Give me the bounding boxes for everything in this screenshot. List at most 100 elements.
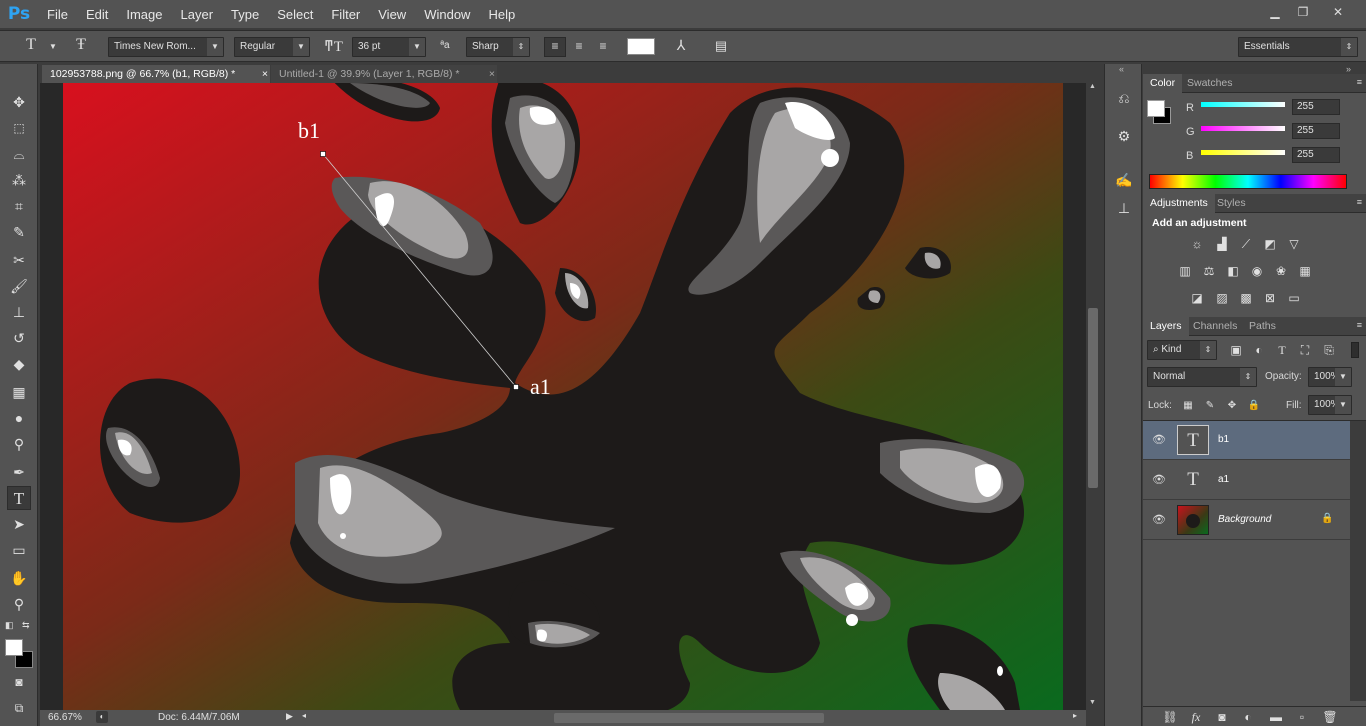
foreground-color-swatch[interactable] [5,639,23,656]
tab-color[interactable]: Color [1143,74,1183,93]
vibrance-icon[interactable]: ▽ [1285,236,1303,252]
lock-transparency-icon[interactable]: ▦ [1179,398,1197,414]
lock-all-icon[interactable]: 🔒 [1245,398,1263,414]
zoom-tool-icon[interactable]: ⚲ [7,592,31,616]
minimize-button[interactable]: ▁ [1262,3,1288,21]
b-slider[interactable] [1201,150,1285,155]
invert-icon[interactable]: ◪ [1188,290,1206,306]
collapse-panels-icon[interactable]: » [1346,64,1351,74]
lock-pixels-icon[interactable]: ✎ [1201,398,1219,414]
layer-row-background[interactable]: 👁 Background 🔒 [1143,501,1350,540]
layer-name[interactable]: Background [1218,514,1271,525]
layer-row-b1[interactable]: 👁 T b1 [1143,421,1350,460]
anti-alias-select[interactable]: Sharp ⇕ [466,37,530,57]
menu-select[interactable]: Select [268,7,322,22]
tab-swatches[interactable]: Swatches [1180,74,1240,93]
screen-mode-icon[interactable]: ⧉ [7,696,31,720]
anchor-point-b1[interactable] [320,151,326,157]
menu-edit[interactable]: Edit [77,7,117,22]
color-spectrum-bar[interactable] [1149,174,1347,189]
text-orientation-icon[interactable]: Ŧ [72,36,90,54]
tab-channels[interactable]: Channels [1186,317,1244,336]
hue-saturation-icon[interactable]: ▥ [1176,263,1194,279]
clone-source-panel-icon[interactable]: ⊥ [1112,196,1136,220]
menu-window[interactable]: Window [415,7,479,22]
tab-document-2[interactable]: Untitled-1 @ 39.9% (Layer 1, RGB/8) * × [271,65,497,83]
warp-text-icon[interactable]: ⅄ [672,37,690,54]
filter-smart-object-icon[interactable]: ⎘ [1320,342,1338,358]
align-right-icon[interactable]: ≡ [594,39,612,53]
threshold-icon[interactable]: ▩ [1237,290,1255,306]
b-value-input[interactable]: 255 [1292,147,1340,163]
default-colors-icon[interactable]: ◧ [5,620,14,631]
zoom-level[interactable]: 66.67% [48,712,82,723]
tab-paths[interactable]: Paths [1242,317,1283,336]
pen-tool-icon[interactable]: ✒ [7,460,31,484]
anchor-point-a1[interactable] [513,384,519,390]
close-icon[interactable]: × [262,65,268,83]
color-lookup-icon[interactable]: ▦ [1296,263,1314,279]
exposure-icon[interactable]: ◩ [1261,236,1279,252]
filter-toggle[interactable] [1351,342,1359,358]
history-panel-icon[interactable]: ⎌ [1112,86,1136,110]
filter-type-icon[interactable]: T [1273,342,1291,358]
blur-tool-icon[interactable]: ● [7,406,31,430]
chevron-down-icon[interactable]: ▼ [44,42,62,51]
menu-view[interactable]: View [369,7,415,22]
quick-mask-icon[interactable]: ◙ [7,670,31,694]
scroll-down-icon[interactable]: ▼ [1089,699,1096,706]
brush-panel-icon[interactable]: ✍ [1112,168,1136,192]
status-menu-arrow-icon[interactable]: ▶ [286,711,293,722]
filter-shape-icon[interactable]: ⛶ [1296,342,1314,358]
hand-tool-icon[interactable]: ✋ [7,566,31,590]
eyedropper-tool-icon[interactable]: ✎ [7,220,31,244]
marquee-tool-icon[interactable]: ⬚ [7,116,31,140]
photo-filter-icon[interactable]: ◉ [1248,263,1266,279]
tab-layers[interactable]: Layers [1143,317,1189,336]
panel-menu-icon[interactable]: ≡ [1357,197,1362,207]
text-color-swatch[interactable] [627,38,655,55]
font-size-select[interactable]: 36 pt ▼ [352,37,426,57]
scroll-left-icon[interactable]: ◂ [302,711,306,720]
clone-stamp-tool-icon[interactable]: ⊥ [7,300,31,324]
panel-menu-icon[interactable]: ≡ [1357,77,1362,87]
fg-color-chip[interactable] [1147,100,1165,117]
align-center-icon[interactable]: ≡ [570,39,588,53]
lasso-tool-icon[interactable]: ⌓ [7,142,31,166]
healing-brush-tool-icon[interactable]: ✂ [7,248,31,272]
close-window-button[interactable]: ✕ [1318,3,1358,21]
curves-icon[interactable]: ⟋ [1237,236,1255,252]
restore-button[interactable]: ❐ [1290,3,1316,21]
menu-filter[interactable]: Filter [322,7,369,22]
crop-tool-icon[interactable]: ⌗ [7,194,31,218]
document-canvas[interactable]: b1 a1 [40,83,1086,710]
posterize-icon[interactable]: ▨ [1213,290,1231,306]
path-selection-tool-icon[interactable]: ➤ [7,512,31,536]
workspace-select[interactable]: Essentials ⇕ [1238,37,1358,57]
g-value-input[interactable]: 255 [1292,123,1340,139]
layer-style-icon[interactable]: fx [1187,709,1205,725]
new-group-icon[interactable]: ▬ [1267,709,1285,725]
menu-help[interactable]: Help [479,7,524,22]
eye-icon[interactable]: 👁 [1151,433,1167,447]
type-tool-preset-icon[interactable]: T [22,36,40,54]
filter-pixel-icon[interactable]: ▣ [1227,342,1245,358]
r-slider[interactable] [1201,102,1285,107]
history-brush-tool-icon[interactable]: ↺ [7,326,31,350]
move-tool-icon[interactable]: ✥ [7,90,31,114]
brightness-contrast-icon[interactable]: ☼ [1188,236,1206,252]
color-balance-icon[interactable]: ⚖ [1200,263,1218,279]
blend-mode-select[interactable]: Normal ⇕ [1147,367,1257,387]
vertical-scrollbar[interactable]: ▲ ▼ [1086,83,1100,710]
scroll-up-icon[interactable]: ▲ [1089,83,1096,90]
align-left-icon[interactable]: ≡ [544,37,566,57]
properties-panel-icon[interactable]: ⚙ [1112,124,1136,148]
type-tool-icon[interactable]: T [7,486,31,510]
layer-name[interactable]: b1 [1218,434,1229,445]
scrollbar-thumb[interactable] [1088,308,1098,488]
trash-icon[interactable]: 🗑 [1321,709,1339,725]
swap-colors-icon[interactable]: ⇆ [22,620,30,631]
menu-file[interactable]: File [38,7,77,22]
horizontal-scrollbar-thumb[interactable] [554,713,824,723]
magic-wand-tool-icon[interactable]: ⁂ [7,168,31,192]
